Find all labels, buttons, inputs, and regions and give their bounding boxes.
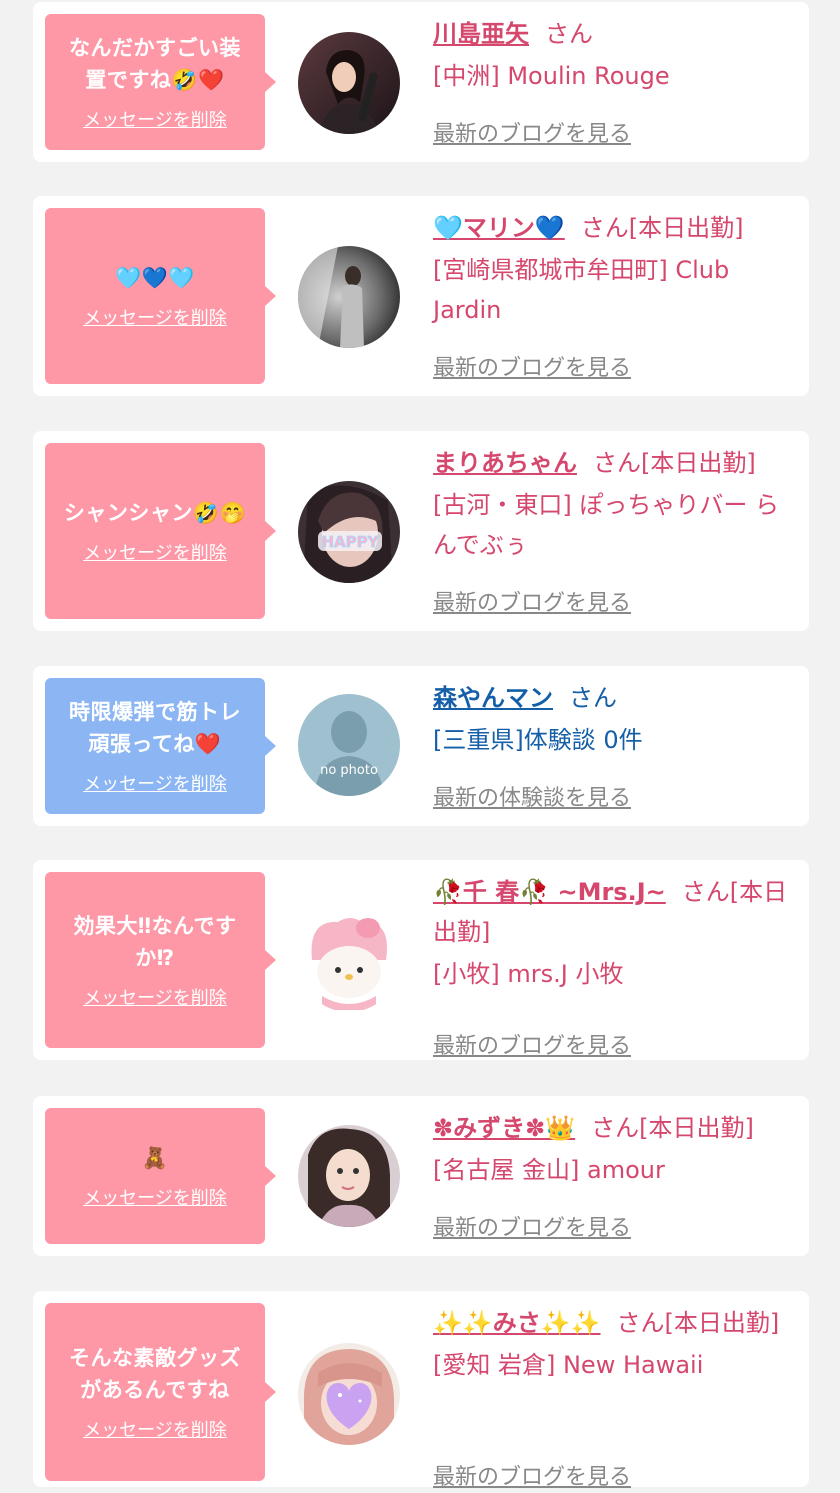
avatar[interactable] — [298, 246, 400, 348]
message-bubble: なんだかすごい装 置ですね🤣❤️ メッセージを削除 — [45, 14, 265, 150]
shop-text: [宮崎県都城市牟田町] Club Jardin — [433, 256, 730, 324]
delete-message-link[interactable]: メッセージを削除 — [83, 1184, 227, 1210]
message-card: なんだかすごい装 置ですね🤣❤️ メッセージを削除 川島亜矢 さん [中洲] Mo… — [33, 2, 809, 162]
delete-message-link[interactable]: メッセージを削除 — [83, 539, 227, 565]
shop-text: [三重県]体験談 0件 — [433, 726, 643, 754]
message-bubble: 時限爆弾で筋トレ 頑張ってね❤️ メッセージを削除 — [45, 678, 265, 814]
profile-name-link[interactable]: ✽みずき✽👑 — [433, 1114, 575, 1142]
avatar[interactable] — [298, 32, 400, 134]
avatar[interactable] — [298, 910, 400, 1012]
honorific-text: さん — [569, 684, 617, 712]
latest-blog-link[interactable]: 最新のブログを見る — [433, 1459, 631, 1491]
message-text: シャンシャン🤣🤭 — [63, 501, 247, 525]
woman-photo-avatar-icon — [298, 246, 400, 348]
message-text: なんだかすごい装 置ですね🤣❤️ — [69, 36, 241, 92]
message-bubble: 効果大‼なんです か⁉ メッセージを削除 — [45, 872, 265, 1048]
woman-photo-avatar-icon — [298, 1125, 400, 1227]
message-bubble: シャンシャン🤣🤭 メッセージを削除 — [45, 443, 265, 619]
latest-blog-link[interactable]: 最新のブログを見る — [433, 350, 631, 382]
shop-text: [名古屋 金山] amour — [433, 1156, 665, 1184]
latest-blog-link[interactable]: 最新のブログを見る — [433, 116, 631, 148]
profile-info: 川島亜矢 さん [中洲] Moulin Rouge 最新のブログを見る — [433, 14, 795, 147]
honorific-text: さん[本日出勤] — [616, 1309, 780, 1337]
delete-message-link[interactable]: メッセージを削除 — [83, 304, 227, 330]
latest-review-link[interactable]: 最新の体験談を見る — [433, 780, 631, 812]
no-photo-label: no photo — [320, 763, 378, 778]
message-text: 効果大‼なんです か⁉ — [73, 914, 237, 970]
avatar[interactable] — [298, 1343, 400, 1445]
honorific-text: さん[本日出勤] — [593, 449, 756, 477]
svg-text:HAPPY: HAPPY — [321, 533, 379, 551]
avatar[interactable]: no photo — [298, 694, 400, 796]
profile-info: ✨✨みさ✨✨ さん[本日出勤] [愛知 岩倉] New Hawaii 最新のブログ… — [433, 1303, 795, 1490]
profile-name-link[interactable]: まりあちゃん — [433, 449, 577, 477]
honorific-text: さん[本日出勤] — [591, 1114, 754, 1142]
message-text: そんな素敵グッズ があるんですね — [69, 1346, 241, 1402]
message-bubble: 🧸 メッセージを削除 — [45, 1108, 265, 1244]
profile-name-link[interactable]: 🥀千 春🥀 ~Mrs.J~ — [433, 878, 666, 906]
message-text: 🧸 — [141, 1146, 169, 1170]
message-card: 🩵💙🩵 メッセージを削除 🩵マリン💙 さん[本日出勤] [宮崎県都城市牟田町] C… — [33, 196, 809, 396]
message-card: 🧸 メッセージを削除 ✽みずき✽👑 さん[本日出勤] [名古屋 金山] amour… — [33, 1096, 809, 1256]
message-bubble: そんな素敵グッズ があるんですね メッセージを削除 — [45, 1303, 265, 1481]
shop-text: [中洲] Moulin Rouge — [433, 62, 670, 90]
delete-message-link[interactable]: メッセージを削除 — [83, 984, 227, 1010]
profile-name-link[interactable]: 川島亜矢 — [433, 20, 529, 48]
profile-info: 森やんマン さん [三重県]体験談 0件 最新の体験談を見る — [433, 678, 795, 811]
message-card: シャンシャン🤣🤭 メッセージを削除 HAPPY まりあちゃん さん[本日出勤] [… — [33, 431, 809, 631]
heart-face-avatar-icon — [298, 1343, 400, 1445]
latest-blog-link[interactable]: 最新のブログを見る — [433, 585, 631, 617]
shop-text: [愛知 岩倉] New Hawaii — [433, 1351, 704, 1379]
latest-blog-link[interactable]: 最新のブログを見る — [433, 1210, 631, 1242]
honorific-text: さん[本日出勤] — [580, 214, 744, 242]
avatar[interactable]: HAPPY — [298, 481, 400, 583]
profile-name-link[interactable]: 🩵マリン💙 — [433, 214, 565, 242]
plush-toy-avatar-icon — [298, 910, 400, 1012]
message-card: 時限爆弾で筋トレ 頑張ってね❤️ メッセージを削除 no photo 森やんマン… — [33, 666, 809, 826]
no-photo-avatar-icon: no photo — [298, 694, 400, 796]
message-card: そんな素敵グッズ があるんですね メッセージを削除 ✨✨みさ✨✨ さん[本日出勤]… — [33, 1291, 809, 1490]
profile-name-link[interactable]: 森やんマン — [433, 684, 553, 712]
delete-message-link[interactable]: メッセージを削除 — [83, 770, 227, 796]
profile-info: 🩵マリン💙 さん[本日出勤] [宮崎県都城市牟田町] Club Jardin 最新… — [433, 208, 795, 381]
message-text: 時限爆弾で筋トレ 頑張ってね❤️ — [69, 700, 241, 756]
latest-blog-link[interactable]: 最新のブログを見る — [433, 1028, 631, 1060]
message-bubble: 🩵💙🩵 メッセージを削除 — [45, 208, 265, 384]
delete-message-link[interactable]: メッセージを削除 — [83, 106, 227, 132]
honorific-text: さん — [545, 20, 593, 48]
profile-name-link[interactable]: ✨✨みさ✨✨ — [433, 1309, 601, 1337]
happy-photo-avatar-icon: HAPPY — [298, 481, 400, 583]
woman-photo-avatar-icon — [298, 32, 400, 134]
message-text: 🩵💙🩵 — [115, 266, 195, 290]
profile-info: 🥀千 春🥀 ~Mrs.J~ さん[本日出勤] [小牧] mrs.J 小牧 最新のブ… — [433, 872, 795, 1059]
profile-info: まりあちゃん さん[本日出勤] [古河・東口] ぽっちゃりバー らんでぶぅ 最新の… — [433, 443, 795, 616]
delete-message-link[interactable]: メッセージを削除 — [83, 1416, 227, 1442]
message-card: 効果大‼なんです か⁉ メッセージを削除 🥀千 春🥀 ~Mrs.J~ さん[本日出… — [33, 860, 809, 1060]
shop-text: [古河・東口] ぽっちゃりバー らんでぶぅ — [433, 491, 779, 559]
profile-info: ✽みずき✽👑 さん[本日出勤] [名古屋 金山] amour 最新のブログを見る — [433, 1108, 795, 1241]
shop-text: [小牧] mrs.J 小牧 — [433, 960, 624, 988]
avatar[interactable] — [298, 1125, 400, 1227]
